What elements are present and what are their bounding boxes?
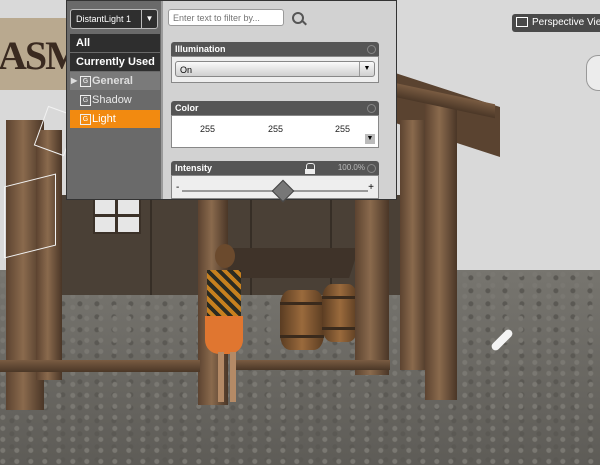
illumination-label: Illumination: [175, 44, 226, 54]
group-label: Shadow: [92, 94, 132, 106]
wooden-post: [425, 100, 457, 400]
figure-leg: [218, 352, 224, 402]
group-light[interactable]: G Light: [70, 110, 160, 128]
camera-icon: [516, 17, 528, 28]
group-shadow[interactable]: G Shadow: [70, 91, 160, 109]
illumination-header: Illumination: [171, 42, 379, 56]
color-blue-value: 255: [335, 124, 351, 134]
intensity-property: - +: [171, 175, 379, 203]
property-groups-column: DistantLight 1 ▼ All Currently Used ▶ G …: [67, 1, 161, 199]
category-label: All: [76, 37, 91, 49]
barrel: [322, 284, 358, 342]
group-icon: G: [80, 95, 91, 106]
intensity-label: Intensity: [175, 163, 213, 173]
wall-plank: [250, 195, 252, 295]
gear-icon[interactable]: [367, 104, 376, 113]
decrease-icon[interactable]: -: [176, 182, 179, 193]
group-label: General: [92, 75, 133, 87]
wooden-post: [400, 120, 428, 370]
wireframe-object[interactable]: [4, 173, 56, 259]
node-selector[interactable]: DistantLight 1 ▼: [70, 9, 158, 29]
wooden-table: [223, 248, 359, 278]
expand-arrow-icon[interactable]: ▶: [71, 72, 77, 90]
chevron-down-icon: ▼: [359, 62, 374, 76]
category-all[interactable]: All: [70, 34, 160, 52]
wall-plank: [330, 195, 332, 295]
illumination-property: On ▼: [171, 56, 379, 83]
chevron-down-icon[interactable]: ▼: [141, 10, 157, 28]
floor-beam: [230, 360, 390, 370]
group-icon: G: [80, 114, 91, 125]
shop-sign: ASM: [0, 18, 83, 90]
color-label: Color: [175, 103, 199, 113]
group-general[interactable]: ▶ G General: [70, 72, 160, 90]
category-currently-used[interactable]: Currently Used: [70, 53, 160, 71]
figure-head: [215, 244, 235, 268]
node-selector-label: DistantLight 1: [76, 14, 132, 24]
wooden-post: [36, 130, 62, 380]
search-icon[interactable]: [292, 12, 304, 24]
perspective-view-label: Perspective View: [532, 17, 600, 28]
intensity-percent: 100.0%: [337, 163, 365, 172]
figure-leg: [230, 352, 236, 402]
filter-input[interactable]: [168, 9, 284, 26]
figure-skirt: [205, 316, 243, 354]
shed-window: [93, 198, 141, 234]
wall-plank: [150, 195, 152, 295]
gear-icon[interactable]: [367, 45, 376, 54]
color-swatch[interactable]: 255 255 255 ▼: [171, 115, 379, 148]
group-icon: G: [80, 76, 91, 87]
floor-beam: [0, 360, 200, 372]
navigation-ball[interactable]: [586, 55, 600, 91]
wooden-post: [355, 190, 389, 375]
barrel: [280, 290, 324, 350]
group-label: Light: [92, 113, 116, 125]
color-green-value: 255: [268, 124, 284, 134]
lock-icon[interactable]: [305, 163, 315, 174]
parameters-panel: DistantLight 1 ▼ All Currently Used ▶ G …: [66, 0, 397, 203]
color-red-value: 255: [200, 124, 216, 134]
increase-icon[interactable]: +: [368, 182, 374, 193]
perspective-view-button[interactable]: Perspective View: [512, 14, 600, 32]
color-menu-icon[interactable]: ▼: [365, 134, 375, 144]
figure-top: [207, 270, 241, 318]
intensity-header: Intensity 100.0%: [171, 161, 379, 175]
category-label: Currently Used: [76, 56, 155, 68]
gear-icon[interactable]: [367, 164, 376, 173]
panel-divider[interactable]: [161, 1, 163, 199]
illumination-value: On: [180, 65, 193, 75]
intensity-slider-thumb[interactable]: [272, 179, 295, 203]
illumination-dropdown[interactable]: On ▼: [175, 61, 375, 77]
color-header: Color: [171, 101, 379, 115]
